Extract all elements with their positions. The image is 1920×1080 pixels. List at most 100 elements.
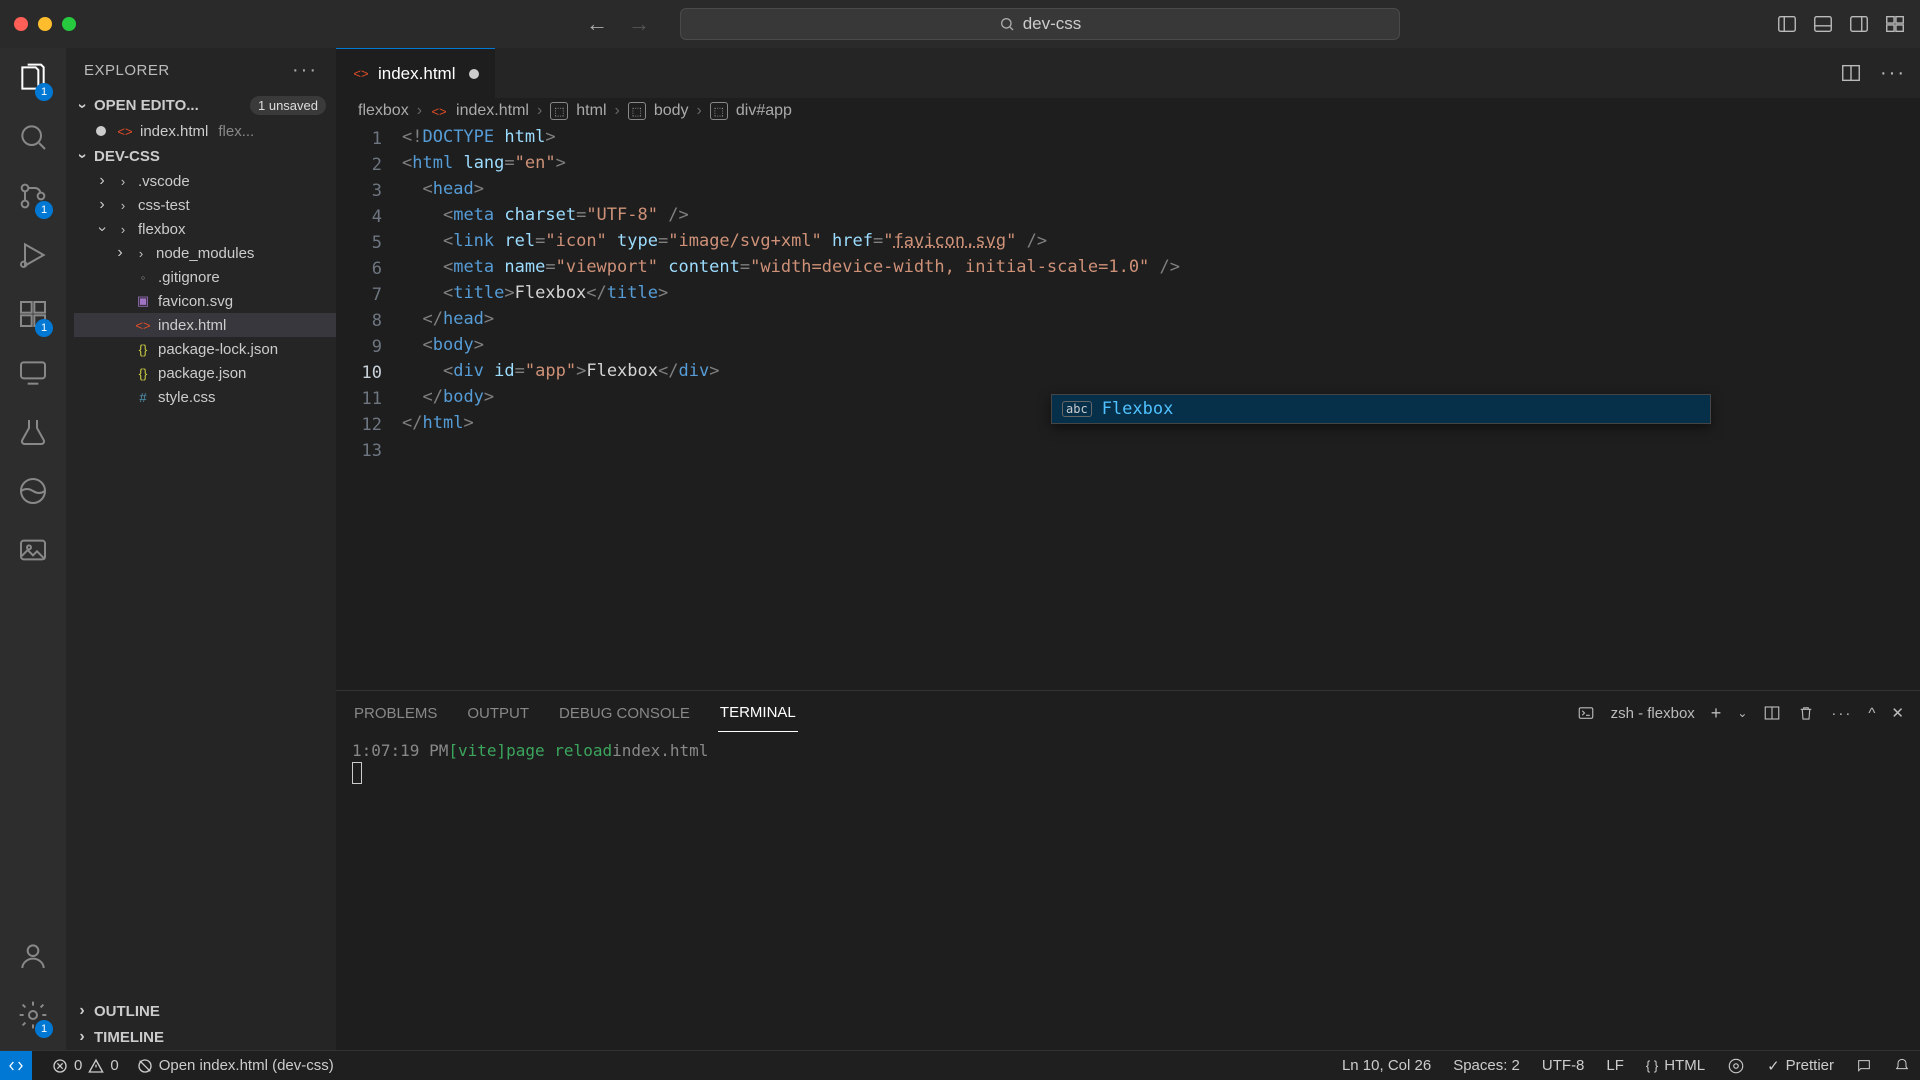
- breadcrumb-item[interactable]: body: [654, 102, 689, 120]
- testing-icon[interactable]: [17, 416, 49, 453]
- command-center[interactable]: dev-css: [680, 8, 1400, 40]
- layout-customize-icon[interactable]: [1884, 13, 1906, 35]
- file-tree-item[interactable]: {}package.json: [74, 361, 336, 385]
- panel-tab-terminal[interactable]: TERMINAL: [718, 694, 798, 732]
- feedback-icon[interactable]: [1856, 1058, 1872, 1074]
- new-terminal-button[interactable]: +: [1711, 703, 1722, 724]
- extensions-icon[interactable]: 1: [17, 298, 49, 335]
- timeline-header[interactable]: TIMELINE: [66, 1024, 336, 1050]
- settings-gear-icon[interactable]: 1: [17, 999, 49, 1036]
- errors-item[interactable]: 0 0: [52, 1057, 119, 1074]
- breadcrumb-item[interactable]: flexbox: [358, 102, 409, 120]
- terminal-file: index.html: [612, 741, 708, 760]
- titlebar: ← → dev-css: [0, 0, 1920, 48]
- outline-header[interactable]: OUTLINE: [66, 998, 336, 1024]
- maximize-window-button[interactable]: [62, 17, 76, 31]
- layout-sidebar-left-icon[interactable]: [1776, 13, 1798, 35]
- breadcrumb-item[interactable]: index.html: [456, 102, 529, 120]
- nav-back-button[interactable]: ←: [586, 11, 608, 37]
- explorer-icon[interactable]: 1: [17, 62, 49, 99]
- file-name: .gitignore: [158, 269, 220, 286]
- workspace-header[interactable]: DEV-CSS: [66, 143, 336, 169]
- nav-forward-button[interactable]: →: [628, 11, 650, 37]
- search-activity-icon[interactable]: [17, 121, 49, 158]
- css-file-icon: #: [134, 388, 152, 406]
- command-center-text: dev-css: [1023, 14, 1082, 34]
- timeline-label: TIMELINE: [94, 1029, 164, 1046]
- breadcrumb-item[interactable]: html: [576, 102, 606, 120]
- indentation[interactable]: Spaces: 2: [1453, 1057, 1520, 1074]
- prettier-item[interactable]: ✓ Prettier: [1767, 1057, 1834, 1075]
- editor-tabs: <> index.html ···: [336, 48, 1920, 98]
- breadcrumb-item[interactable]: div#app: [736, 102, 792, 120]
- edge-icon[interactable]: [17, 475, 49, 512]
- sidebar-more-button[interactable]: ···: [292, 59, 318, 82]
- open-file-item[interactable]: Open index.html (dev-css): [137, 1057, 334, 1074]
- terminal-timestamp: 1:07:19 PM: [352, 741, 448, 760]
- bottom-panel: PROBLEMS OUTPUT DEBUG CONSOLE TERMINAL z…: [336, 690, 1920, 1050]
- autocomplete-kind: abc: [1062, 401, 1092, 417]
- remote-explorer-icon[interactable]: [17, 357, 49, 394]
- terminal-label[interactable]: zsh - flexbox: [1611, 705, 1695, 722]
- file-tree-item[interactable]: ◦.gitignore: [74, 265, 336, 289]
- delete-terminal-icon[interactable]: [1797, 704, 1815, 722]
- breadcrumbs[interactable]: flexbox › <> index.html › ⬚ html › ⬚ bod…: [336, 98, 1920, 124]
- encoding[interactable]: UTF-8: [1542, 1057, 1585, 1074]
- file-tree-item[interactable]: › flexbox: [74, 217, 336, 241]
- notifications-icon[interactable]: [1894, 1058, 1910, 1074]
- open-editor-item[interactable]: <> index.html flex...: [74, 119, 336, 143]
- html-file-icon: <>: [430, 102, 448, 120]
- statusbar: 0 0 Open index.html (dev-css) Ln 10, Col…: [0, 1050, 1920, 1080]
- html-file-icon: <>: [352, 65, 370, 83]
- panel-tab-output[interactable]: OUTPUT: [465, 695, 531, 732]
- terminal-cursor: [352, 762, 362, 784]
- source-control-icon[interactable]: 1: [17, 180, 49, 217]
- file-tree-item[interactable]: ›node_modules: [74, 241, 336, 265]
- panel-more-icon[interactable]: ···: [1831, 705, 1852, 722]
- file-name: node_modules: [156, 245, 254, 262]
- file-tree-item[interactable]: ›.vscode: [74, 169, 336, 193]
- tab-modified-icon[interactable]: [469, 69, 479, 79]
- cursor-position[interactable]: Ln 10, Col 26: [1342, 1057, 1431, 1074]
- language-mode[interactable]: { } HTML: [1646, 1057, 1705, 1074]
- open-editors-header[interactable]: OPEN EDITO... 1 unsaved: [66, 92, 336, 119]
- folder-file-icon: ›: [114, 196, 132, 214]
- terminal[interactable]: 1:07:19 PM [vite] page reload index.html: [336, 735, 1920, 1050]
- panel-tab-problems[interactable]: PROBLEMS: [352, 695, 439, 732]
- file-tree-item[interactable]: #style.css: [74, 385, 336, 409]
- file-name: package-lock.json: [158, 341, 278, 358]
- run-debug-icon[interactable]: [17, 239, 49, 276]
- autocomplete-popup[interactable]: abc Flexbox: [1051, 394, 1711, 424]
- close-panel-icon[interactable]: ✕: [1891, 704, 1904, 722]
- file-name: .vscode: [138, 173, 190, 190]
- code-editor[interactable]: 12345678910111213 <!DOCTYPE html><html l…: [336, 124, 1920, 690]
- terminal-dropdown-icon[interactable]: ⌄: [1737, 706, 1747, 720]
- file-tree-item[interactable]: {}package-lock.json: [74, 337, 336, 361]
- file-name: package.json: [158, 365, 246, 382]
- image-icon[interactable]: [17, 534, 49, 571]
- file-tree-item[interactable]: <>index.html: [74, 313, 336, 337]
- editor-tab[interactable]: <> index.html: [336, 48, 495, 98]
- autocomplete-item[interactable]: abc Flexbox: [1052, 395, 1710, 423]
- minimize-window-button[interactable]: [38, 17, 52, 31]
- live-preview-icon[interactable]: [1727, 1057, 1745, 1075]
- remote-indicator[interactable]: [0, 1051, 32, 1080]
- split-editor-icon[interactable]: [1840, 62, 1862, 84]
- maximize-panel-icon[interactable]: ^: [1868, 705, 1875, 722]
- split-terminal-icon[interactable]: [1763, 704, 1781, 722]
- scm-badge: 1: [35, 201, 53, 219]
- file-tree-item[interactable]: ▣favicon.svg: [74, 289, 336, 313]
- file-name: flexbox: [138, 221, 186, 238]
- file-tree-item[interactable]: ›css-test: [74, 193, 336, 217]
- folder-file-icon: ›: [114, 220, 132, 238]
- panel-tab-debug[interactable]: DEBUG CONSOLE: [557, 695, 692, 732]
- close-window-button[interactable]: [14, 17, 28, 31]
- file-name: index.html: [158, 317, 226, 334]
- open-editors-label: OPEN EDITO...: [94, 97, 199, 114]
- layout-sidebar-right-icon[interactable]: [1848, 13, 1870, 35]
- accounts-icon[interactable]: [17, 940, 49, 977]
- eol[interactable]: LF: [1606, 1057, 1624, 1074]
- element-icon: ⬚: [628, 102, 646, 120]
- tab-more-button[interactable]: ···: [1880, 62, 1906, 85]
- layout-panel-icon[interactable]: [1812, 13, 1834, 35]
